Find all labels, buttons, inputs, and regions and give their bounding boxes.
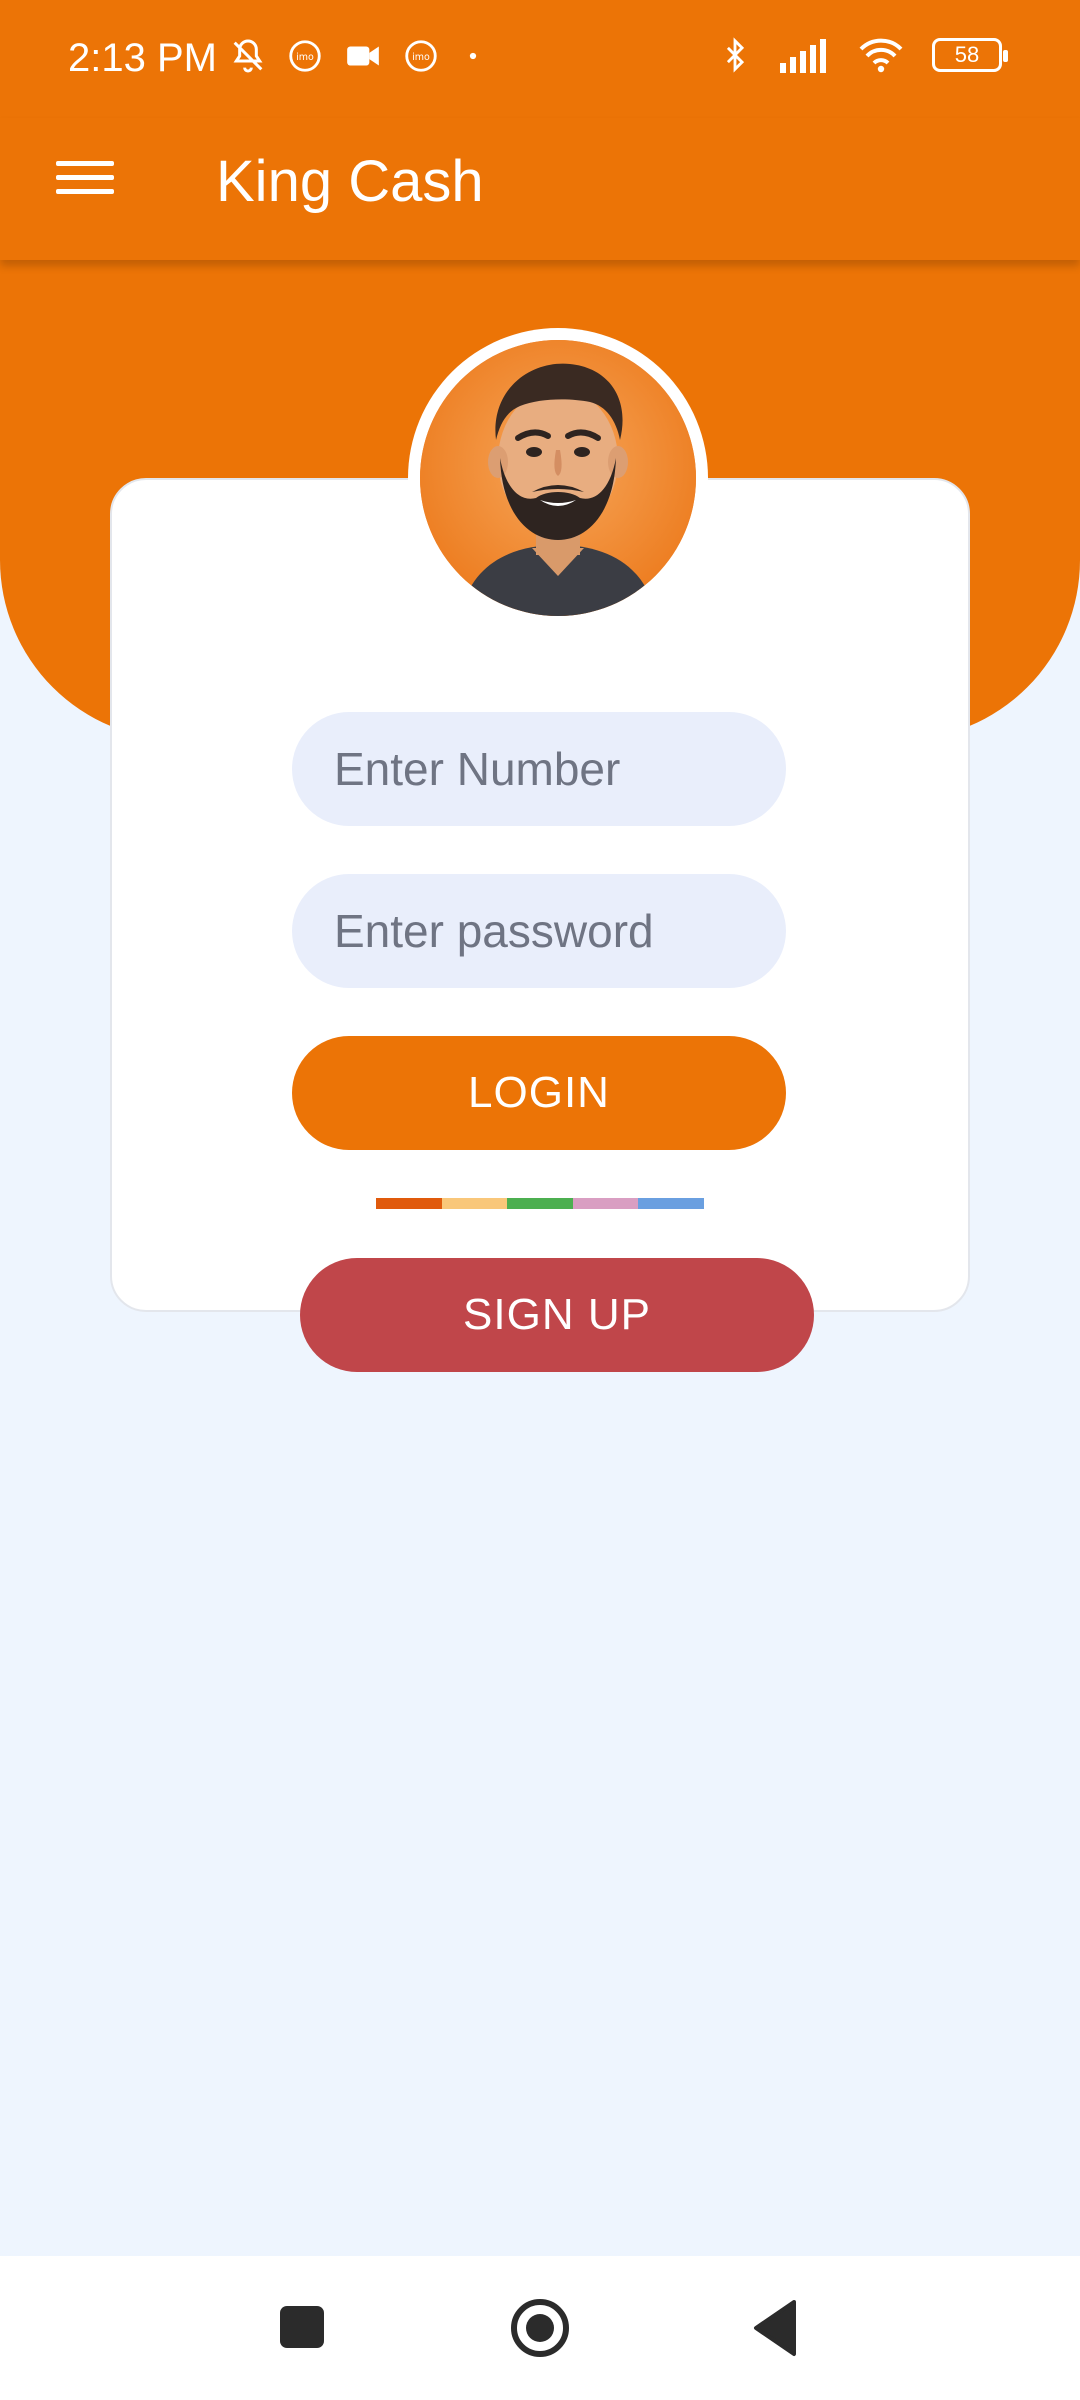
signal-icon <box>780 39 826 73</box>
recent-apps-icon[interactable] <box>280 2306 324 2348</box>
password-input[interactable] <box>292 874 786 988</box>
svg-text:imo: imo <box>412 52 430 63</box>
bearded-man-avatar-icon <box>420 340 696 616</box>
home-icon[interactable] <box>510 2298 570 2358</box>
battery-icon: 58 <box>932 38 1008 72</box>
status-time: 2:13 PM <box>68 36 217 80</box>
imo-icon: imo <box>289 40 321 72</box>
battery-level: 58 <box>954 42 980 67</box>
app-bar: King Cash <box>0 118 1080 260</box>
signup-button[interactable]: SIGN UP <box>300 1258 814 1372</box>
color-divider-segment <box>638 1198 704 1209</box>
color-divider-segment <box>572 1198 639 1209</box>
svg-text:imo: imo <box>296 52 314 63</box>
color-divider-segment <box>507 1198 573 1209</box>
back-icon[interactable] <box>750 2298 800 2358</box>
navigation-bar <box>0 2256 1080 2400</box>
avatar <box>408 328 708 628</box>
imo-icon: imo <box>405 40 437 72</box>
color-divider-segment <box>376 1198 442 1209</box>
video-camera-icon <box>347 46 379 66</box>
status-bar: 2:13 PM imo imo 58 <box>0 0 1080 118</box>
number-input[interactable] <box>292 712 786 826</box>
dot-icon <box>469 52 477 60</box>
color-divider <box>376 1198 704 1209</box>
bluetooth-icon <box>726 37 745 73</box>
system-icons: 58 <box>718 34 1008 76</box>
login-button[interactable]: LOGIN <box>292 1036 786 1150</box>
color-divider-segment <box>441 1198 508 1209</box>
app-title: King Cash <box>216 149 484 214</box>
notification-icons: imo imo <box>228 36 488 76</box>
wifi-icon <box>859 38 903 73</box>
hamburger-menu-icon[interactable] <box>56 154 114 200</box>
bell-off-icon <box>233 39 263 73</box>
